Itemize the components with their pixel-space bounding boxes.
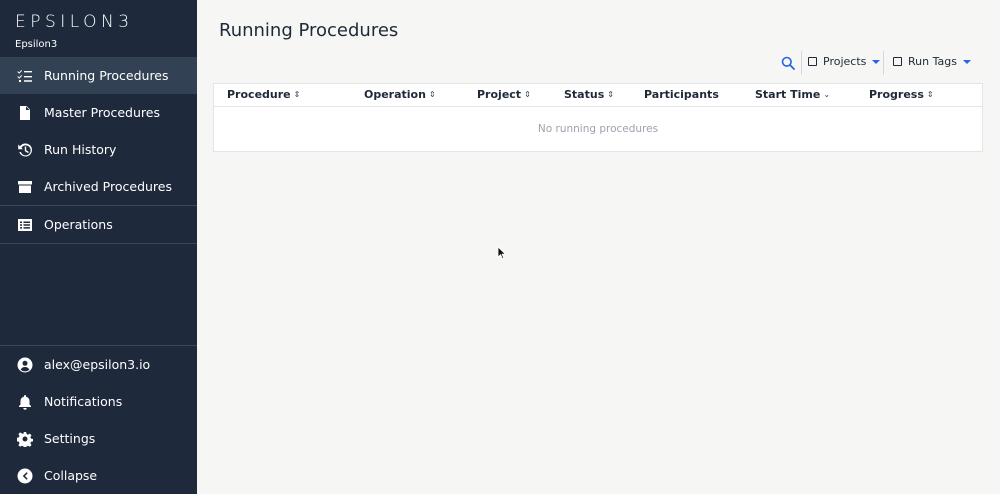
sidebar-item-collapse[interactable]: Collapse: [0, 457, 197, 494]
column-header-progress[interactable]: Progress ⇕: [869, 88, 934, 101]
sidebar-divider: [0, 243, 197, 244]
page-title: Running Procedures: [219, 20, 399, 41]
sort-icon: ⇕: [293, 90, 301, 99]
column-header-participants: Participants: [644, 88, 719, 101]
procedures-table: Procedure ⇕ Operation ⇕ Project ⇕ Status ⇕ P…: [213, 83, 983, 152]
projects-filter-label: Projects: [823, 55, 867, 68]
projects-filter[interactable]: Projects: [808, 55, 881, 68]
column-header-operation[interactable]: Operation ⇕: [364, 88, 436, 101]
mouse-cursor-icon: [497, 246, 507, 260]
sidebar-item-label: alex@epsilon3.io: [44, 357, 151, 372]
app-logo: EPSILON3: [15, 12, 134, 32]
sort-descending-icon: ⌄: [823, 90, 831, 99]
run-tags-checkbox[interactable]: [893, 57, 902, 66]
main-content: Running Procedures Projects Run Tags Pro…: [197, 0, 1000, 494]
toolbar-divider: [883, 51, 884, 75]
empty-table-message: No running procedures: [537, 123, 659, 135]
chevron-left-circle-icon: [16, 467, 34, 485]
caret-down-icon: [872, 59, 881, 64]
checklist-icon: [16, 67, 34, 85]
sidebar-item-label: Archived Procedures: [44, 179, 172, 194]
sort-icon: ⇕: [428, 90, 436, 99]
search-button[interactable]: [781, 55, 797, 71]
sidebar-item-operations[interactable]: Operations: [0, 206, 197, 243]
column-header-status[interactable]: Status ⇕: [564, 88, 614, 101]
sort-icon: ⇕: [524, 90, 531, 99]
sort-icon: ⇕: [926, 90, 934, 99]
sidebar-item-label: Settings: [44, 431, 96, 446]
table-header: Procedure ⇕ Operation ⇕ Project ⇕ Status ⇕ P…: [214, 84, 982, 107]
sort-icon: ⇕: [607, 90, 614, 99]
gear-icon: [16, 430, 34, 448]
projects-checkbox[interactable]: [808, 57, 817, 66]
column-header-project[interactable]: Project ⇕: [477, 88, 531, 101]
sidebar-item-label: Run History: [44, 142, 117, 157]
sidebar-item-account[interactable]: alex@epsilon3.io: [0, 346, 197, 383]
list-icon: [16, 216, 34, 234]
sidebar: EPSILON3 Epsilon3 Running Procedures Mas…: [0, 0, 197, 494]
sidebar-item-label: Running Procedures: [44, 68, 169, 83]
history-icon: [16, 141, 34, 159]
user-circle-icon: [16, 356, 34, 374]
sidebar-item-settings[interactable]: Settings: [0, 420, 197, 457]
sidebar-item-run-history[interactable]: Run History: [0, 131, 197, 168]
sidebar-item-notifications[interactable]: Notifications: [0, 383, 197, 420]
org-name: Epsilon3: [15, 39, 58, 50]
run-tags-filter[interactable]: Run Tags: [893, 55, 971, 68]
caret-down-icon: [962, 59, 971, 64]
column-header-start-time[interactable]: Start Time ⌄: [755, 88, 830, 101]
search-icon: [781, 55, 795, 74]
sidebar-item-label: Master Procedures: [44, 105, 160, 120]
sidebar-item-label: Notifications: [44, 394, 123, 409]
sidebar-item-running-procedures[interactable]: Running Procedures: [0, 57, 197, 94]
run-tags-filter-label: Run Tags: [908, 55, 957, 68]
toolbar-divider: [801, 51, 802, 75]
sidebar-item-master-procedures[interactable]: Master Procedures: [0, 94, 197, 131]
sidebar-item-archived-procedures[interactable]: Archived Procedures: [0, 168, 197, 205]
sidebar-item-label: Operations: [44, 217, 113, 232]
document-icon: [16, 104, 34, 122]
archive-icon: [16, 178, 34, 196]
sidebar-item-label: Collapse: [44, 468, 98, 483]
bell-icon: [16, 393, 34, 411]
column-header-procedure[interactable]: Procedure ⇕: [227, 88, 300, 101]
